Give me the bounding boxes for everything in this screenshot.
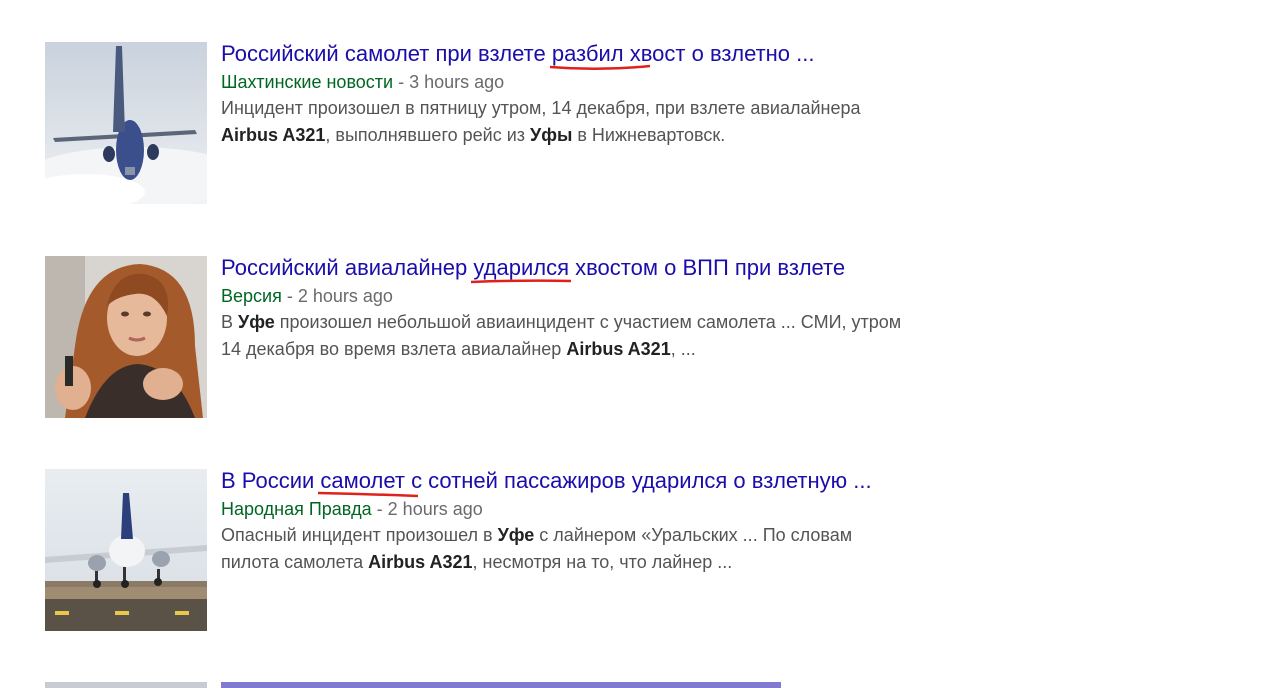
result-4-content — [221, 682, 1121, 688]
result-1-thumbnail[interactable] — [45, 42, 207, 204]
result-1-title-highlight: разбил хвост о — [552, 41, 704, 66]
result-2-title-after: ВПП при взлете — [676, 255, 846, 280]
snippet-text: , несмотря на то, что лайнер ... — [472, 552, 733, 572]
result-1-title-highlight-text: разбил хвост о — [551, 41, 704, 66]
result-3-source[interactable]: Народная Правда — [221, 499, 372, 519]
plane-takeoff-photo — [45, 42, 207, 204]
result-2-time: 2 hours ago — [297, 286, 393, 306]
plane-landing-photo — [45, 469, 207, 631]
result-3-snippet: Опасный инцидент произошел в Уфе с лайне… — [221, 522, 1121, 576]
woman-portrait-photo — [45, 256, 207, 418]
snippet-text: с лайнером «Уральских ... По словам — [534, 525, 853, 545]
result-4-title-cutoff[interactable] — [221, 682, 781, 688]
snippet-bold: Airbus A321 — [368, 552, 473, 572]
result-2-title-highlight: ударился хвостом о — [473, 255, 676, 280]
result-3-title-link[interactable]: В России самолет с сотней пассажиров уда… — [221, 467, 872, 495]
snippet-text: произошел небольшой авиаинцидент с участ… — [274, 312, 902, 332]
snippet-bold: Уфе — [238, 312, 275, 332]
result-2-title-link[interactable]: Российский авиалайнер ударился хвостом о… — [221, 254, 845, 282]
result-3-title-highlight: самолет с сотней пассажиров ударился о — [320, 468, 746, 493]
result-2-title-before: Российский авиалайнер — [221, 255, 474, 280]
snippet-text: В — [221, 312, 239, 332]
result-1-snippet-line-2: Airbus A321, выполнявшего рейс из Уфы в … — [221, 122, 1121, 149]
snippet-bold: Уфы — [530, 125, 573, 145]
result-4-thumbnail[interactable] — [45, 682, 207, 688]
result-2-snippet-line-2: 14 декабря во время взлета авиалайнер Ai… — [221, 336, 1121, 363]
result-3-thumbnail[interactable] — [45, 469, 207, 631]
result-3-title-before: В России — [221, 468, 321, 493]
snippet-text: , выполнявшего рейс из — [325, 125, 531, 145]
news-results-list: Российский самолет при взлете разбил хво… — [0, 0, 1280, 688]
result-1-title-link[interactable]: Российский самолет при взлете разбил хво… — [221, 40, 815, 68]
result-2-title-highlight-text: ударился хвостом о — [473, 255, 677, 280]
result-2-content: Российский авиалайнер ударился хвостом о… — [221, 254, 1121, 363]
result-1-separator: - — [393, 72, 410, 92]
generic-news-photo — [45, 682, 207, 688]
result-1-title-before: Российский самолет при взлете — [221, 41, 552, 66]
snippet-bold: Airbus A321 — [221, 125, 326, 145]
snippet-text: , ... — [670, 339, 696, 359]
result-1-title-after: взлетно ... — [703, 41, 815, 66]
snippet-text: 14 декабря во время взлета авиалайнер — [221, 339, 567, 359]
result-3-time: 2 hours ago — [387, 499, 483, 519]
result-1-source[interactable]: Шахтинские новости — [221, 72, 393, 92]
result-1-content: Российский самолет при взлете разбил хво… — [221, 40, 1121, 149]
snippet-text: в Нижневартовск. — [572, 125, 726, 145]
result-2-meta: Версия - 2 hours ago — [221, 283, 1121, 309]
result-3-content: В России самолет с сотней пассажиров уда… — [221, 467, 1121, 576]
result-1-meta: Шахтинские новости - 3 hours ago — [221, 69, 1121, 95]
result-2-snippet-line-1: В Уфе произошел небольшой авиаинцидент с… — [221, 309, 1121, 336]
result-1-snippet-line-1: Инцидент произошел в пятницу утром, 14 д… — [221, 98, 861, 118]
result-2-source[interactable]: Версия — [221, 286, 282, 306]
result-3-meta: Народная Правда - 2 hours ago — [221, 496, 1121, 522]
result-2-snippet: В Уфе произошел небольшой авиаинцидент с… — [221, 309, 1121, 363]
result-3-snippet-line-1: Опасный инцидент произошел в Уфе с лайне… — [221, 522, 1121, 549]
snippet-bold: Уфе — [497, 525, 535, 545]
result-2-separator: - — [281, 286, 298, 306]
result-3-title-highlight-text: самолет с сотней пассажиров ударился о — [320, 468, 746, 493]
result-1-snippet: Инцидент произошел в пятницу утром, 14 д… — [221, 95, 1121, 149]
snippet-bold: Airbus A321 — [566, 339, 671, 359]
result-3-snippet-line-2: пилота самолета Airbus A321, несмотря на… — [221, 549, 1121, 576]
result-3-title-after: взлетную ... — [745, 468, 872, 493]
result-3-separator: - — [371, 499, 388, 519]
result-2-thumbnail[interactable] — [45, 256, 207, 418]
result-1-time: 3 hours ago — [409, 72, 505, 92]
snippet-text: пилота самолета — [221, 552, 369, 572]
snippet-text: Опасный инцидент произошел в — [221, 525, 498, 545]
